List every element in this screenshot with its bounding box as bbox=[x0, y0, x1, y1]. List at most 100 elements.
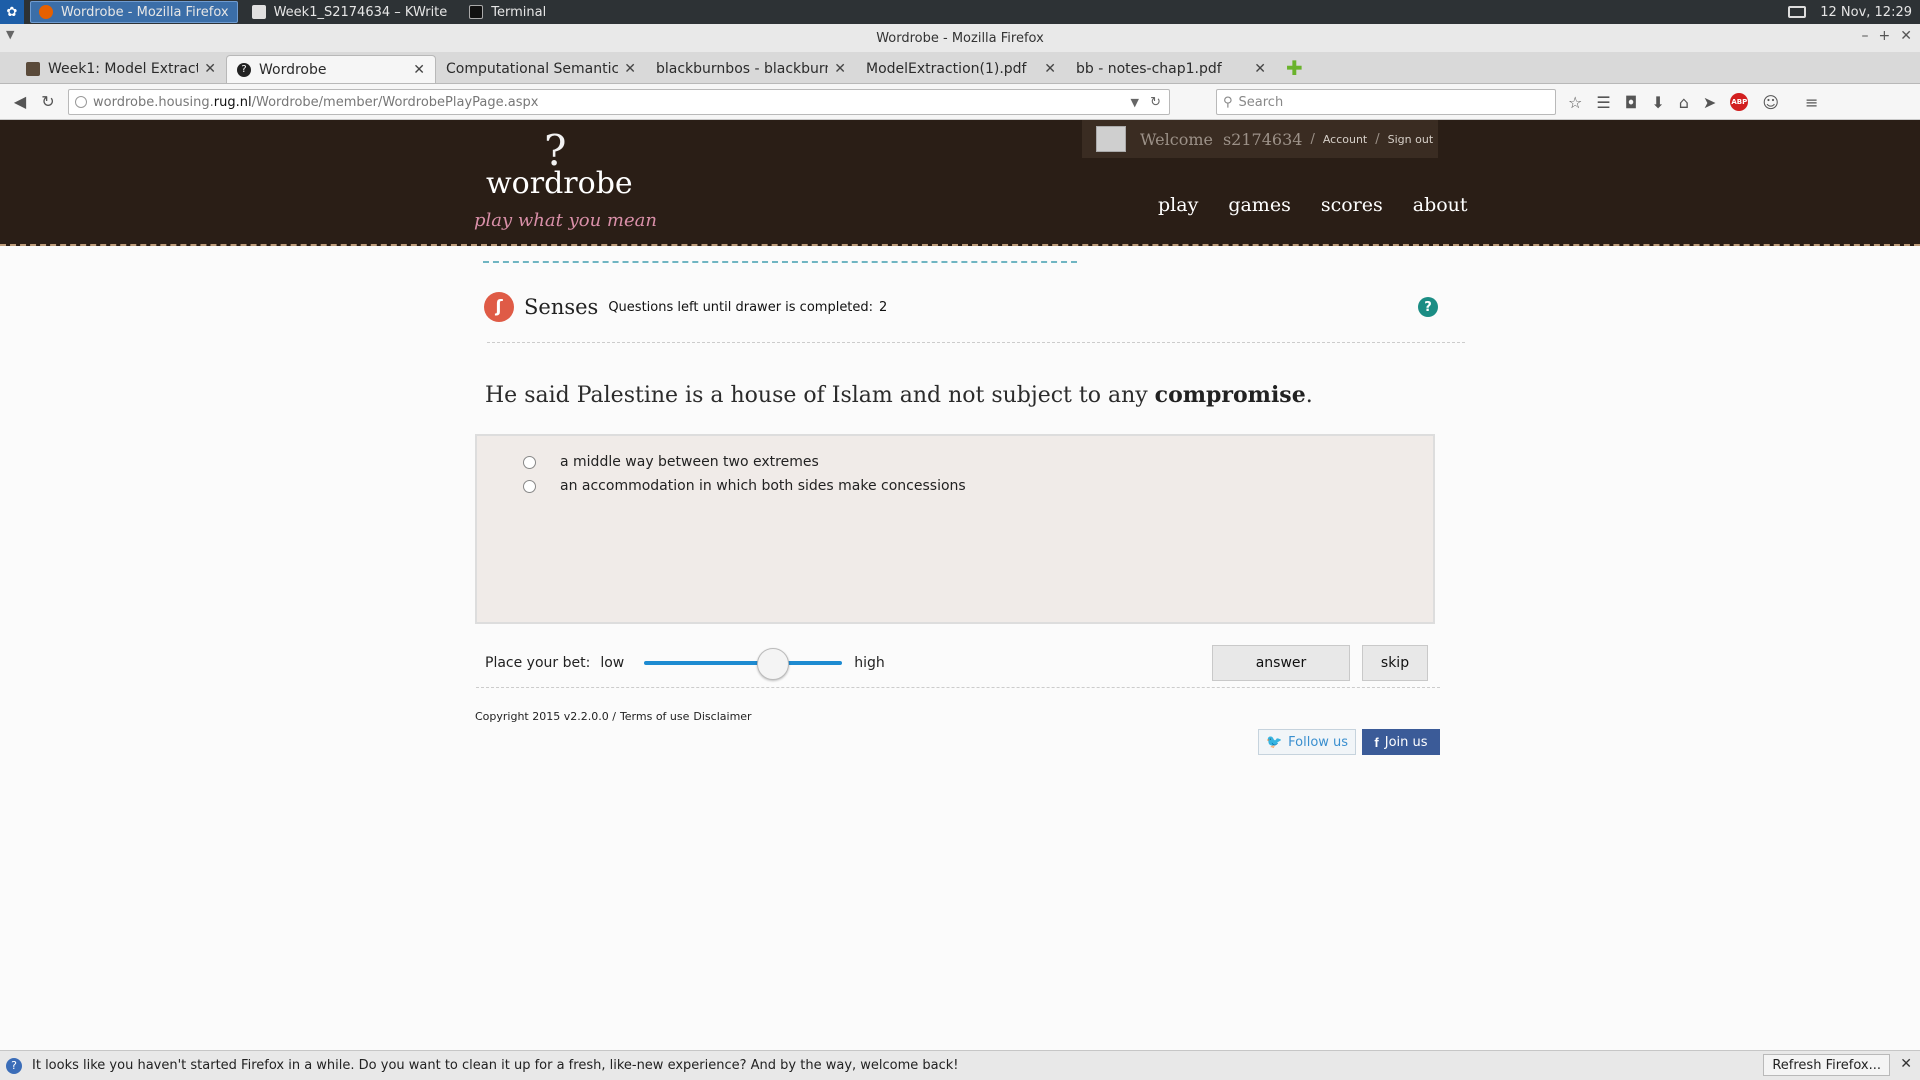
close-tab-icon[interactable]: ✕ bbox=[1044, 61, 1056, 77]
reading-list-icon[interactable]: ☰ bbox=[1596, 93, 1610, 112]
answer-options: a middle way between two extremes an acc… bbox=[475, 434, 1435, 624]
home-icon[interactable]: ⌂ bbox=[1679, 93, 1689, 112]
reload-icon[interactable]: ↻ bbox=[34, 88, 62, 116]
close-tab-icon[interactable]: ✕ bbox=[834, 61, 846, 77]
downloads-icon[interactable]: ⬇ bbox=[1651, 93, 1664, 112]
notification-message: It looks like you haven't started Firefo… bbox=[32, 1058, 959, 1073]
close-tab-icon[interactable]: ✕ bbox=[413, 62, 425, 78]
task-kwrite[interactable]: Week1_S2174634 – KWrite bbox=[244, 1, 456, 23]
refresh-firefox-button[interactable]: Refresh Firefox... bbox=[1763, 1054, 1890, 1076]
task-label: Wordrobe - Mozilla Firefox bbox=[61, 4, 229, 20]
app-launcher-icon[interactable]: ✿ bbox=[0, 0, 24, 24]
nav-scores[interactable]: scores bbox=[1321, 194, 1383, 216]
new-tab-icon[interactable]: ✚ bbox=[1286, 58, 1306, 79]
close-notification-icon[interactable]: ✕ bbox=[1900, 1056, 1912, 1072]
wordrobe-icon: ? bbox=[237, 62, 251, 77]
tab-notes-chap1[interactable]: bb - notes-chap1.pdf ✕ bbox=[1066, 55, 1276, 83]
follow-us-button[interactable]: 🐦 Follow us bbox=[1258, 729, 1356, 755]
maximize-icon[interactable]: + bbox=[1879, 28, 1891, 44]
tab-computational-semantics[interactable]: Computational Semantics: ... ✕ bbox=[436, 55, 646, 83]
help-icon[interactable]: ? bbox=[1418, 297, 1438, 317]
info-icon: ? bbox=[6, 1057, 22, 1074]
footer: Copyright 2015 v2.2.0.0 / Terms of use D… bbox=[475, 710, 752, 723]
close-icon[interactable]: ✕ bbox=[1900, 28, 1912, 44]
history-dropdown-icon[interactable]: ▼ bbox=[1131, 96, 1139, 109]
questions-left-label: Questions left until drawer is completed… bbox=[608, 299, 874, 315]
chat-icon[interactable]: ☺ bbox=[1762, 93, 1779, 112]
tab-blackburnbos[interactable]: blackburnbos - blackburnb... ✕ bbox=[646, 55, 856, 83]
separator: / bbox=[1375, 131, 1380, 147]
tab-wordrobe[interactable]: ? Wordrobe ✕ bbox=[226, 55, 436, 83]
nav-play[interactable]: play bbox=[1158, 194, 1198, 216]
task-firefox[interactable]: Wordrobe - Mozilla Firefox bbox=[30, 1, 238, 23]
game-name: Senses bbox=[524, 295, 599, 319]
target-word: compromise bbox=[1154, 382, 1306, 408]
avatar[interactable] bbox=[1096, 126, 1126, 152]
join-us-button[interactable]: f Join us bbox=[1362, 729, 1440, 755]
option-2-radio[interactable] bbox=[523, 479, 536, 493]
game-header: ʃ Senses Questions left until drawer is … bbox=[484, 292, 887, 322]
url-bar[interactable]: wordrobe.housing. rug.nl/Wordrobe/member/… bbox=[68, 89, 1170, 115]
window-title: Wordrobe - Mozilla Firefox bbox=[876, 30, 1044, 46]
option-2[interactable]: an accommodation in which both sides mak… bbox=[523, 478, 966, 494]
site-info-icon[interactable] bbox=[75, 96, 87, 108]
kwrite-icon bbox=[251, 5, 266, 19]
close-tab-icon[interactable]: ✕ bbox=[624, 61, 636, 77]
search-bar[interactable]: ⚲ Search bbox=[1216, 89, 1556, 115]
follow-label: Follow us bbox=[1288, 734, 1349, 750]
separator: / bbox=[1310, 131, 1315, 147]
adblock-icon[interactable]: ABP bbox=[1730, 93, 1749, 111]
senses-icon: ʃ bbox=[484, 292, 514, 322]
tab-title: ModelExtraction(1).pdf bbox=[866, 61, 1027, 77]
sign-out-link[interactable]: Sign out bbox=[1388, 133, 1434, 146]
window-menu-icon[interactable]: ▼ bbox=[6, 28, 14, 41]
task-terminal[interactable]: Terminal bbox=[461, 1, 554, 23]
nav-games[interactable]: games bbox=[1228, 194, 1291, 216]
tab-title: Wordrobe bbox=[259, 61, 327, 78]
disclaimer-link[interactable]: Disclaimer bbox=[693, 710, 751, 723]
url-prefix: wordrobe.housing. bbox=[93, 94, 214, 110]
send-icon[interactable]: ➤ bbox=[1703, 93, 1716, 112]
tab-title: bb - notes-chap1.pdf bbox=[1076, 61, 1222, 77]
bookmark-star-icon[interactable]: ☆ bbox=[1568, 93, 1582, 112]
page-content: ? wordrobe play what you mean Welcome s2… bbox=[0, 120, 1920, 1050]
close-tab-icon[interactable]: ✕ bbox=[204, 61, 216, 77]
task-label: Terminal bbox=[491, 4, 547, 20]
bet-slider[interactable] bbox=[644, 648, 843, 680]
option-1[interactable]: a middle way between two extremes bbox=[523, 454, 819, 470]
tab-model-extraction[interactable]: ModelExtraction(1).pdf ✕ bbox=[856, 55, 1066, 83]
option-1-label: a middle way between two extremes bbox=[560, 454, 819, 470]
close-tab-icon[interactable]: ✕ bbox=[1254, 61, 1266, 77]
back-icon[interactable]: ◀ bbox=[6, 88, 34, 116]
notification-bar: ? It looks like you haven't started Fire… bbox=[0, 1050, 1920, 1080]
sentence-text: He said Palestine is a house of Islam an… bbox=[485, 383, 1155, 408]
slider-track[interactable] bbox=[644, 661, 843, 665]
answer-button[interactable]: answer bbox=[1212, 645, 1350, 681]
menu-icon[interactable]: ≡ bbox=[1805, 93, 1818, 112]
slider-handle[interactable] bbox=[756, 648, 789, 680]
task-label: Week1_S2174634 – KWrite bbox=[273, 4, 448, 20]
welcome-text: Welcome bbox=[1140, 129, 1213, 149]
refresh-icon[interactable]: ↻ bbox=[1150, 95, 1161, 110]
pocket-icon[interactable]: ◘ bbox=[1625, 93, 1638, 112]
user-bar: Welcome s2174634 / Account / Sign out bbox=[1082, 120, 1438, 158]
toolbar-icons: ☆ ☰ ◘ ⬇ ⌂ ➤ ABP ☺ ≡ bbox=[1568, 84, 1818, 120]
network-icon[interactable] bbox=[1788, 6, 1807, 18]
nav-about[interactable]: about bbox=[1413, 194, 1468, 216]
minimize-icon[interactable]: – bbox=[1862, 28, 1869, 44]
blackboard-icon bbox=[26, 62, 40, 76]
url-path: /Wordrobe/member/WordrobePlayPage.aspx bbox=[251, 94, 539, 110]
navigation-toolbar: ◀ ↻ wordrobe.housing. rug.nl/Wordrobe/mem… bbox=[0, 84, 1920, 120]
clock[interactable]: 12 Nov, 12:29 bbox=[1820, 5, 1912, 20]
system-tray: 12 Nov, 12:29 bbox=[1788, 0, 1912, 24]
terms-link[interactable]: Terms of use bbox=[620, 710, 689, 723]
bet-control: Place your bet: low high bbox=[485, 648, 885, 680]
tab-week1[interactable]: Week1: Model Extractio... ✕ bbox=[16, 55, 226, 83]
bet-label: Place your bet: bbox=[485, 655, 591, 671]
option-1-radio[interactable] bbox=[523, 455, 536, 469]
skip-button[interactable]: skip bbox=[1362, 645, 1428, 681]
copyright: Copyright 2015 v2.2.0.0 / bbox=[475, 710, 616, 723]
account-link[interactable]: Account bbox=[1323, 133, 1367, 146]
tab-title: blackburnbos - blackburnb... bbox=[656, 61, 828, 77]
search-icon: ⚲ bbox=[1223, 94, 1233, 110]
